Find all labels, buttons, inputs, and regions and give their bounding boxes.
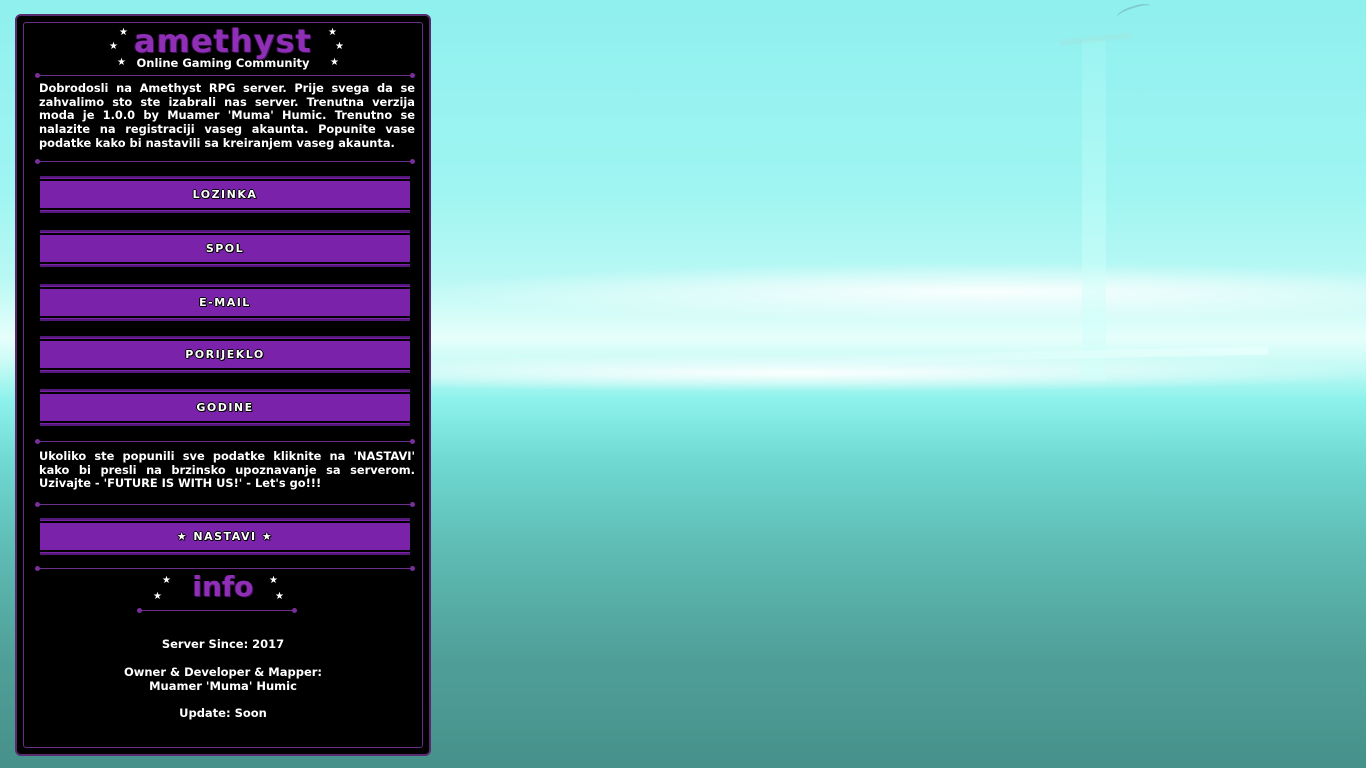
button-label: PORIJEKLO <box>185 348 265 361</box>
star-icon: ★ <box>109 41 118 52</box>
password-button[interactable]: LOZINKA <box>40 176 410 213</box>
star-icon: ★ <box>117 57 126 68</box>
button-label: ★ NASTAVI ★ <box>176 530 274 543</box>
registration-panel: amethyst Online Gaming Community ★ ★ ★ ★… <box>15 14 431 756</box>
server-since: Server Since: 2017 <box>161 637 285 651</box>
welcome-text: Dobrodosli na Amethyst RPG server. Prije… <box>39 81 415 150</box>
divider <box>35 73 415 78</box>
button-label: SPOL <box>205 242 245 255</box>
subtitle: Online Gaming Community <box>136 56 310 70</box>
update-status: Update: Soon <box>179 706 267 720</box>
gender-button[interactable]: SPOL <box>40 230 410 267</box>
bridge-tower <box>1082 40 1106 380</box>
age-button[interactable]: GODINE <box>40 389 410 426</box>
owner-name: Muamer 'Muma' Humic <box>149 679 297 693</box>
divider <box>137 608 297 613</box>
owner-label: Owner & Developer & Mapper: <box>123 665 323 679</box>
star-icon: ★ <box>335 41 344 52</box>
continue-button[interactable]: ★ NASTAVI ★ <box>40 518 410 555</box>
logo-header: amethyst Online Gaming Community <box>17 24 429 74</box>
divider <box>35 566 415 571</box>
star-icon: ★ <box>330 57 339 68</box>
bird <box>1115 0 1153 24</box>
divider <box>35 159 415 164</box>
origin-button[interactable]: PORIJEKLO <box>40 336 410 373</box>
star-icon: ★ <box>162 575 171 586</box>
star-icon: ★ <box>275 591 284 602</box>
amethyst-logo: amethyst <box>134 22 312 60</box>
continue-instructions: Ukoliko ste popunili sve podatke kliknit… <box>39 449 415 491</box>
button-label: GODINE <box>196 401 254 414</box>
star-icon: ★ <box>153 591 162 602</box>
star-icon: ★ <box>119 27 128 38</box>
star-icon: ★ <box>269 575 278 586</box>
fog-band <box>420 262 1366 322</box>
button-label: E-MAIL <box>199 296 251 309</box>
email-button[interactable]: E-MAIL <box>40 284 410 321</box>
divider <box>35 502 415 507</box>
star-icon: ★ <box>328 27 337 38</box>
button-label: LOZINKA <box>192 188 258 201</box>
info-title: info <box>192 570 254 603</box>
divider <box>35 439 415 444</box>
